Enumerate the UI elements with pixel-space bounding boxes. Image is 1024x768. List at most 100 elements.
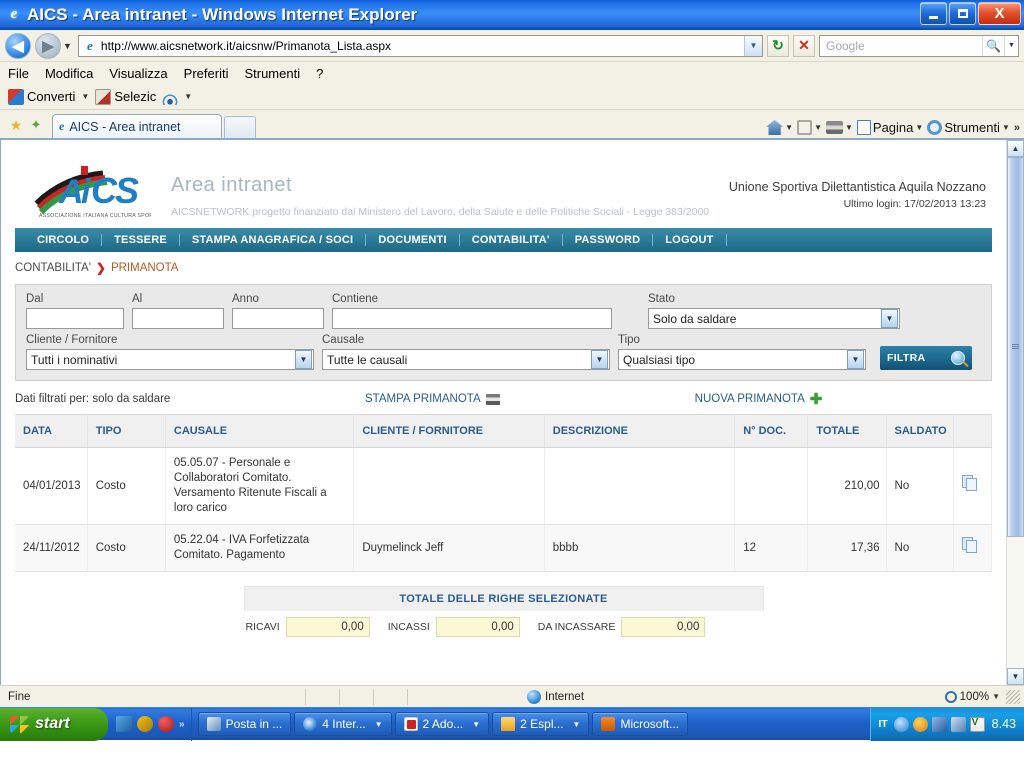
back-button[interactable]: ◀ <box>5 32 31 59</box>
taskbar-item-microsoft[interactable]: Microsoft... <box>592 712 689 736</box>
dal-input[interactable] <box>26 308 124 329</box>
scrollbar-track[interactable] <box>1007 157 1024 668</box>
al-input[interactable] <box>132 308 224 329</box>
security-zone[interactable]: Internet <box>441 689 671 704</box>
table-row[interactable]: 04/01/2013 Costo 05.05.07 - Personale e … <box>15 447 993 525</box>
pagina-chevron-down-icon[interactable]: ▼ <box>915 123 923 132</box>
nav-item-contabilita[interactable]: CONTABILITA' <box>460 234 563 246</box>
causale-chevron-down-icon[interactable]: ▼ <box>591 350 608 369</box>
col-header-totale[interactable]: TOTALE <box>807 414 887 448</box>
taskbar-item-esplora-risorse[interactable]: 2 Espl... ▼ <box>492 712 590 736</box>
tipo-select[interactable]: Qualsiasi tipo ▼ <box>618 349 866 370</box>
home-chevron-down-icon[interactable]: ▼ <box>785 123 793 132</box>
url-input[interactable]: http://www.aicsnetwork.it/aicsnw/Primano… <box>101 39 744 53</box>
col-header-data[interactable]: DATA <box>15 414 88 448</box>
refresh-icon[interactable]: ↻ <box>767 34 789 57</box>
menu-item-file[interactable]: File <box>8 66 29 81</box>
table-row[interactable]: 24/11/2012 Costo 05.22.04 - IVA Forfetiz… <box>15 524 993 572</box>
copy-icon[interactable] <box>961 537 979 554</box>
search-input[interactable]: Google <box>826 39 982 53</box>
cliente-fornitore-select[interactable]: Tutti i nominativi ▼ <box>26 349 314 370</box>
anno-input[interactable] <box>232 308 324 329</box>
stato-select[interactable]: Solo da saldare ▼ <box>648 308 900 329</box>
recent-pages-chevron-down-icon[interactable]: ▼ <box>63 41 72 51</box>
strumenti-chevron-down-icon[interactable]: ▼ <box>1002 123 1010 132</box>
breadcrumb-root[interactable]: CONTABILITA' <box>15 262 91 274</box>
nav-item-tessere[interactable]: TESSERE <box>102 234 180 246</box>
scroll-down-button[interactable]: ▼ <box>1007 668 1024 685</box>
url-box[interactable]: e http://www.aicsnetwork.it/aicsnw/Prima… <box>77 34 763 57</box>
copy-icon[interactable] <box>961 475 979 492</box>
print-chevron-down-icon[interactable]: ▼ <box>845 123 853 132</box>
feeds-button[interactable]: ▼ <box>797 120 822 135</box>
stop-icon[interactable]: ✕ <box>793 34 815 57</box>
quicklaunch-clock-icon[interactable] <box>137 716 153 732</box>
menu-item-help[interactable]: ? <box>316 66 323 81</box>
nuova-primanota-link[interactable]: NUOVA PRIMANOTA ✚ <box>695 392 823 407</box>
wifi-icon[interactable] <box>162 88 179 105</box>
col-header-descrizione[interactable]: DESCRIZIONE <box>544 414 736 448</box>
zoom-chevron-down-icon[interactable]: ▼ <box>992 692 1000 701</box>
quicklaunch-overflow-icon[interactable]: » <box>179 719 185 730</box>
language-indicator[interactable]: IT <box>878 718 887 730</box>
zoom-control[interactable]: 100% ▼ <box>944 690 1006 703</box>
taskbar-item-adobe[interactable]: 2 Ado... ▼ <box>394 712 490 736</box>
menu-item-modifica[interactable]: Modifica <box>45 66 93 81</box>
converti-chevron-down-icon[interactable]: ▼ <box>81 92 89 101</box>
taskbar-group-chevron-down-icon[interactable]: ▼ <box>472 720 480 729</box>
pagina-menu-button[interactable]: Pagina ▼ <box>856 120 923 135</box>
strumenti-menu-button[interactable]: Strumenti ▼ <box>927 120 1010 135</box>
taskbar-item-internet-explorer[interactable]: 4 Inter... ▼ <box>294 712 392 736</box>
minimize-button[interactable] <box>920 2 947 25</box>
col-header-tipo[interactable]: TIPO <box>87 414 166 448</box>
tray-show-hide-icon[interactable] <box>893 716 909 732</box>
tray-antivirus-icon[interactable] <box>969 716 985 732</box>
tray-update-icon[interactable] <box>912 716 928 732</box>
nav-item-logout[interactable]: LOGOUT <box>653 234 727 246</box>
feeds-chevron-down-icon[interactable]: ▼ <box>814 123 822 132</box>
taskbar-item-posta[interactable]: Posta in ... <box>197 712 292 736</box>
seleziona-button[interactable]: Selezic <box>95 88 156 105</box>
filtra-button[interactable]: FILTRA <box>880 346 972 370</box>
nav-item-documenti[interactable]: DOCUMENTI <box>366 234 460 246</box>
cell-actions[interactable] <box>953 524 993 572</box>
scrollbar-thumb[interactable] <box>1007 157 1024 537</box>
stampa-primanota-link[interactable]: STAMPA PRIMANOTA <box>365 393 500 405</box>
col-header-causale[interactable]: CAUSALE <box>165 414 355 448</box>
vertical-scrollbar[interactable]: ▲ ▼ <box>1006 140 1024 685</box>
taskbar-group-chevron-down-icon[interactable]: ▼ <box>375 720 383 729</box>
causale-select[interactable]: Tutte le causali ▼ <box>322 349 610 370</box>
nav-item-password[interactable]: PASSWORD <box>563 234 654 246</box>
search-icon[interactable]: 🔍 <box>982 35 1004 56</box>
tab-aics-area-intranet[interactable]: e AICS - Area intranet <box>52 114 222 138</box>
url-history-chevron-down-icon[interactable]: ▼ <box>744 35 762 56</box>
wifi-chevron-down-icon[interactable]: ▼ <box>184 92 192 101</box>
quicklaunch-ie-icon[interactable] <box>116 716 132 732</box>
quicklaunch-media-icon[interactable] <box>158 716 174 732</box>
cliente-fornitore-chevron-down-icon[interactable]: ▼ <box>295 350 312 369</box>
stato-chevron-down-icon[interactable]: ▼ <box>881 309 898 328</box>
nav-item-stampa-anagrafica-soci[interactable]: STAMPA ANAGRAFICA / SOCI <box>180 234 367 246</box>
menu-item-preferiti[interactable]: Preferiti <box>184 66 229 81</box>
toolbar-overflow-icon[interactable]: » <box>1014 122 1020 134</box>
tipo-chevron-down-icon[interactable]: ▼ <box>847 350 864 369</box>
menu-item-visualizza[interactable]: Visualizza <box>109 66 167 81</box>
menu-item-strumenti[interactable]: Strumenti <box>244 66 300 81</box>
print-button[interactable]: ▼ <box>825 121 853 134</box>
home-button[interactable]: ▼ <box>766 120 793 135</box>
search-box[interactable]: Google 🔍 ▼ <box>819 34 1019 57</box>
tray-display-icon[interactable] <box>950 716 966 732</box>
scroll-up-button[interactable]: ▲ <box>1007 140 1024 157</box>
col-header-saldato[interactable]: SALDATO <box>886 414 954 448</box>
contiene-input[interactable] <box>332 308 612 329</box>
add-to-favorites-icon[interactable]: ✦ <box>26 112 46 138</box>
resize-grip-icon[interactable] <box>1006 689 1020 704</box>
taskbar-group-chevron-down-icon[interactable]: ▼ <box>573 720 581 729</box>
cell-actions[interactable] <box>953 447 993 525</box>
clock[interactable]: 8.43 <box>992 717 1016 731</box>
tray-network-icon[interactable] <box>931 716 947 732</box>
search-provider-chevron-down-icon[interactable]: ▼ <box>1004 35 1018 56</box>
col-header-cliente[interactable]: CLIENTE / FORNITORE <box>353 414 545 448</box>
restore-button[interactable] <box>949 2 976 25</box>
converti-button[interactable]: Converti <box>8 88 75 105</box>
